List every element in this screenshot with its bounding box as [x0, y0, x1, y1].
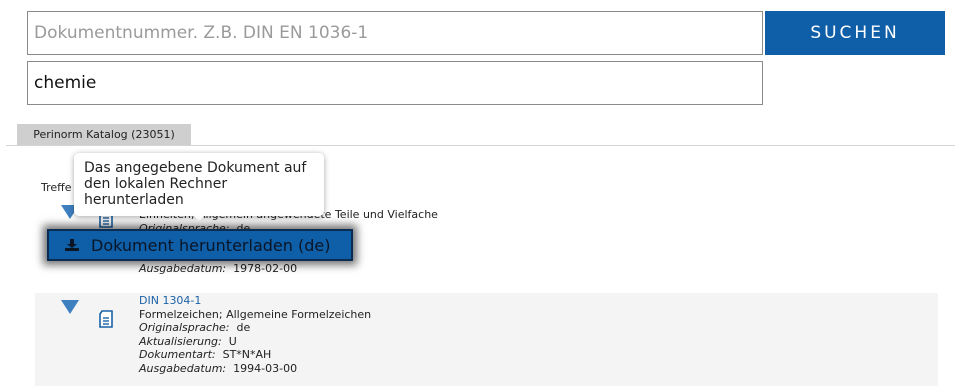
search-query-input[interactable]: [27, 61, 763, 105]
search-button[interactable]: SUCHEN: [765, 11, 945, 55]
update-value: U: [228, 334, 237, 348]
download-document-button[interactable]: Dokument herunterladen (de): [47, 229, 353, 261]
issue-date-value: 1978-02-00: [233, 262, 298, 275]
doc-type-value: ST*N*AH: [222, 348, 272, 361]
tab-perinorm-katalog[interactable]: Perinorm Katalog (23051): [17, 124, 191, 145]
orig-lang-value: de: [236, 321, 251, 334]
results-count-label: Treffe: [41, 181, 72, 194]
doc-type-label: Dokumentart:: [139, 348, 216, 361]
orig-lang-label: Originalsprache:: [139, 321, 230, 334]
result-title: Formelzeichen; Allgemeine Formelzeichen: [139, 307, 372, 321]
document-number-input[interactable]: [27, 11, 763, 55]
tooltip-arrow: [193, 215, 205, 221]
download-button-label: Dokument herunterladen (de): [91, 235, 331, 255]
expand-toggle-icon[interactable]: [61, 300, 79, 314]
result-item: DIN 1304-1 Formelzeichen; Allgemeine For…: [35, 293, 938, 386]
update-label: Aktualisierung:: [139, 334, 222, 348]
issue-date-label: Ausgabedatum:: [139, 262, 227, 275]
tooltip-text: Das angegebene Dokument auf den lokalen …: [84, 160, 307, 208]
issue-date-label: Ausgabedatum:: [139, 361, 227, 375]
tab-divider: [6, 145, 955, 146]
issue-date-value: 1994-03-00: [233, 361, 298, 375]
download-tooltip: Das angegebene Dokument auf den lokalen …: [74, 153, 324, 216]
document-number-link[interactable]: DIN 1304-1: [139, 294, 371, 308]
download-icon: [65, 236, 79, 255]
document-icon[interactable]: [99, 310, 113, 332]
